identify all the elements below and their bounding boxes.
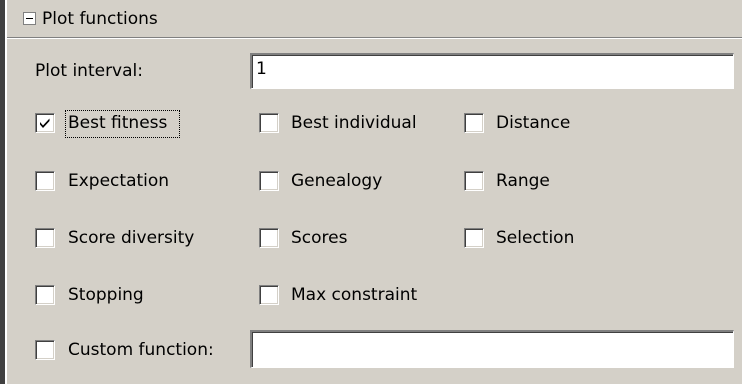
checkbox-label-best-individual[interactable]: Best individual [291, 111, 417, 135]
checkbox-label-scores[interactable]: Scores [291, 226, 347, 250]
checkbox-best-fitness[interactable] [35, 113, 55, 133]
section-title: Plot functions [42, 9, 158, 29]
checkbox-selection[interactable] [464, 228, 484, 248]
checkbox-custom-function[interactable] [35, 340, 55, 360]
checkbox-range[interactable] [464, 171, 484, 191]
checkbox-label-best-fitness[interactable]: Best fitness [68, 111, 167, 135]
checkbox-expectation[interactable] [35, 171, 55, 191]
checkbox-label-range[interactable]: Range [496, 169, 550, 193]
checkbox-stopping[interactable] [35, 285, 55, 305]
checkbox-label-max-constraint[interactable]: Max constraint [291, 283, 417, 307]
collapse-minus-icon[interactable] [23, 12, 36, 25]
header-divider-highlight [7, 38, 742, 39]
checkbox-label-distance[interactable]: Distance [496, 111, 570, 135]
plot-interval-input[interactable]: 1 [250, 53, 734, 89]
checkbox-scores[interactable] [259, 228, 279, 248]
checkbox-label-score-diversity[interactable]: Score diversity [68, 226, 194, 250]
checkbox-label-selection[interactable]: Selection [496, 226, 574, 250]
custom-function-input[interactable] [250, 330, 734, 368]
plot-interval-label: Plot interval: [35, 61, 143, 81]
checkbox-label-genealogy[interactable]: Genealogy [291, 169, 382, 193]
checkbox-genealogy[interactable] [259, 171, 279, 191]
checkbox-best-individual[interactable] [259, 113, 279, 133]
checkbox-max-constraint[interactable] [259, 285, 279, 305]
checkmark-icon [40, 118, 50, 128]
checkbox-label-expectation[interactable]: Expectation [68, 169, 169, 193]
checkbox-label-stopping[interactable]: Stopping [68, 283, 144, 307]
checkbox-distance[interactable] [464, 113, 484, 133]
checkbox-label-custom-function[interactable]: Custom function: [68, 338, 214, 362]
checkbox-score-diversity[interactable] [35, 228, 55, 248]
panel-left-highlight [5, 0, 7, 384]
